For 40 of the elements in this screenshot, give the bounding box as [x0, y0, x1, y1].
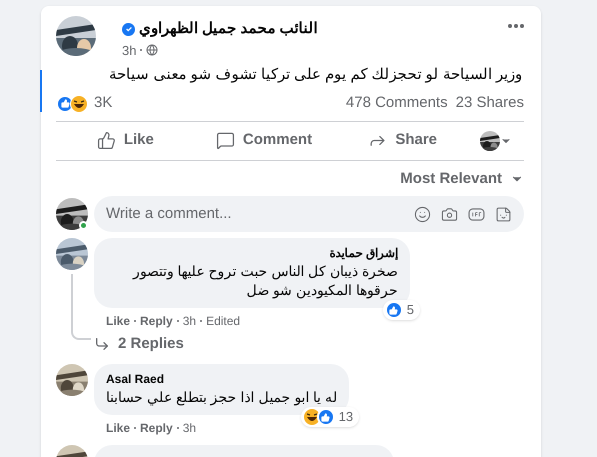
gif-icon[interactable] — [468, 208, 485, 220]
reaction-summary[interactable]: 3K — [56, 92, 112, 115]
reaction-count: 13 — [338, 408, 354, 426]
author-name[interactable]: النائب محمد جميل الظهراوي — [139, 18, 318, 40]
post-text: وزير السياحة لو تحجزلك كم يوم على تركيا تشوف شو معنى سياحة — [108, 65, 523, 85]
more-options-icon — [508, 24, 524, 28]
comment-time[interactable]: 3h — [182, 312, 196, 330]
reaction-count: 5 — [406, 301, 414, 320]
commenter-name[interactable]: إشراق حمايدة — [106, 244, 398, 262]
shares-count[interactable]: 23 Shares — [456, 92, 524, 115]
comment-input[interactable]: Write a comment... — [106, 202, 414, 226]
comment-field[interactable]: Write a comment... — [94, 196, 524, 232]
reply-link[interactable]: Reply — [140, 312, 173, 330]
emoji-icon[interactable] — [414, 206, 431, 222]
thumbs-up-icon — [96, 131, 116, 150]
comment-text: صخرة ذيبان كل الناس حبت تروح عليها وتتصور حرقوها المكيودين شو ضل — [131, 262, 398, 300]
reply-link[interactable]: Reply — [140, 419, 173, 437]
comment-button[interactable]: Comment — [194, 124, 334, 156]
reaction-badge[interactable]: 13 — [300, 407, 360, 427]
share-button[interactable]: Share — [333, 124, 472, 156]
thread-line — [71, 274, 91, 340]
reply-arrow-icon — [94, 336, 110, 352]
like-button[interactable]: Like — [56, 124, 195, 156]
like-link[interactable]: Like — [106, 419, 130, 437]
camera-icon[interactable] — [441, 206, 458, 222]
edited-label[interactable]: Edited — [206, 312, 240, 330]
globe-icon — [146, 44, 158, 56]
commenter-name[interactable]: Asal Raed — [106, 370, 338, 388]
sort-dropdown[interactable]: Most Relevant — [400, 168, 524, 190]
comments-count[interactable]: 478 Comments — [346, 92, 448, 115]
reaction-count[interactable]: 3K — [94, 92, 112, 115]
reaction-badge[interactable]: 5 — [382, 300, 420, 320]
post-time[interactable]: 3h — [122, 40, 136, 60]
comment-time[interactable]: 3h — [182, 419, 196, 437]
more-options-button[interactable] — [508, 24, 524, 28]
sticker-icon[interactable] — [495, 206, 512, 222]
view-replies-link[interactable]: 2 Replies — [94, 332, 184, 356]
like-link[interactable]: Like — [106, 312, 130, 330]
comment-text: له يا ابو جميل اذا حجز بتطلع علي حسابنا — [106, 388, 338, 407]
speech-bubble-icon — [216, 131, 235, 150]
